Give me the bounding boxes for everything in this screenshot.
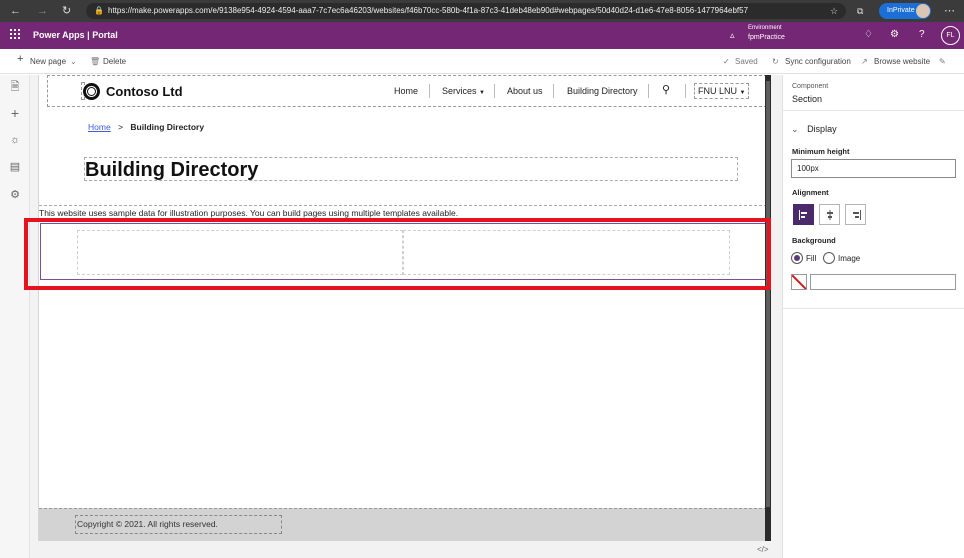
breadcrumb: Home > Building Directory xyxy=(88,122,204,132)
page-preview: Contoso Ltd Home Services ▼ About us Bui… xyxy=(38,75,767,541)
component-value: Section xyxy=(792,94,823,104)
design-canvas: Contoso Ltd Home Services ▼ About us Bui… xyxy=(30,75,782,558)
logo-text: Contoso Ltd xyxy=(106,84,183,99)
breadcrumb-separator: > xyxy=(118,122,124,132)
browse-website-button[interactable]: Browse website xyxy=(874,56,930,67)
app-launcher-icon[interactable] xyxy=(10,29,20,39)
properties-panel: Component Section ⌄ Display Minimum heig… xyxy=(782,75,964,558)
nav-divider xyxy=(648,84,649,98)
pages-icon[interactable]: 🗎 xyxy=(9,81,21,93)
nav-divider xyxy=(685,84,686,98)
chevron-down-icon[interactable]: ⌄ xyxy=(70,56,77,67)
nav-divider xyxy=(553,84,554,98)
browser-toolbar: ← → ↻ 🔒 https://make.powerapps.com/e/913… xyxy=(0,0,964,22)
align-left-icon xyxy=(799,210,807,220)
page-title: Building Directory xyxy=(85,159,259,181)
back-icon[interactable]: ← xyxy=(10,3,21,19)
url-text: https://make.powerapps.com/e/9138e954-49… xyxy=(108,6,749,15)
favorites-add-icon[interactable]: ☆ xyxy=(830,3,838,19)
caret-down-icon: ▼ xyxy=(739,90,746,96)
app-header: Power Apps | Portal ▵ Environment fpmPra… xyxy=(0,22,964,49)
site-footer[interactable]: Copyright © 2021. All rights reserved. xyxy=(39,508,767,541)
chevron-down-icon: ⌄ xyxy=(791,124,799,134)
notifications-icon[interactable]: ♢ xyxy=(864,29,873,41)
logo-inner-ring xyxy=(87,87,96,96)
canvas-scrollbar-thumb[interactable] xyxy=(766,81,770,507)
add-component-icon[interactable]: + xyxy=(9,106,21,120)
environment-icon: ▵ xyxy=(730,30,735,40)
fill-radio[interactable] xyxy=(791,252,803,264)
nav-divider xyxy=(429,84,430,98)
checkmark-icon: ✓ xyxy=(723,57,730,66)
sync-configuration-button[interactable]: Sync configuration xyxy=(785,56,851,67)
inprivate-label: InPrivate xyxy=(887,7,915,14)
browse-icon[interactable]: ↗ xyxy=(861,56,868,67)
themes-icon[interactable]: ☼ xyxy=(9,134,21,146)
app-title: Power Apps | Portal xyxy=(33,30,118,40)
saved-status: Saved xyxy=(735,57,758,66)
component-label: Component xyxy=(792,83,829,90)
panel-divider xyxy=(783,308,964,309)
breadcrumb-current: Building Directory xyxy=(130,122,205,132)
site-header[interactable]: Contoso Ltd Home Services ▼ About us Bui… xyxy=(47,75,767,107)
nav-home[interactable]: Home xyxy=(394,86,418,96)
nav-building-directory[interactable]: Building Directory xyxy=(567,86,638,96)
align-left-button[interactable] xyxy=(793,204,814,225)
breadcrumb-home-link[interactable]: Home xyxy=(88,122,111,132)
sync-icon[interactable]: ↻ xyxy=(772,56,779,67)
plus-icon[interactable]: + xyxy=(17,54,23,65)
min-height-label: Minimum height xyxy=(792,147,850,156)
settings-icon[interactable]: ⚙ xyxy=(890,29,899,41)
command-bar: + New page ⌄ 🗑 Delete ✓ Saved ↻ Sync con… xyxy=(0,49,964,74)
display-section-toggle[interactable]: ⌄ Display xyxy=(791,124,837,135)
image-label: Image xyxy=(838,254,861,263)
min-height-input[interactable] xyxy=(791,159,956,178)
page-title-block[interactable]: Building Directory xyxy=(84,157,738,181)
left-tool-rail: 🗎 + ☼ ▤ ⚙ xyxy=(0,75,30,558)
environment-label: Environment xyxy=(748,25,782,31)
alignment-label: Alignment xyxy=(792,188,829,197)
lock-icon: 🔒 xyxy=(94,6,104,15)
more-options-icon[interactable]: ⋯ xyxy=(944,3,955,19)
highlight-box xyxy=(24,218,771,290)
user-menu[interactable]: FNU LNU ▼ xyxy=(694,83,750,99)
align-right-icon xyxy=(853,210,861,220)
collections-icon[interactable]: ⧉ xyxy=(857,3,863,19)
display-heading: Display xyxy=(807,124,837,134)
nav-services[interactable]: Services ▼ xyxy=(442,86,485,96)
templates-icon[interactable]: ▤ xyxy=(9,161,21,173)
address-bar[interactable]: 🔒 https://make.powerapps.com/e/9138e954-… xyxy=(86,3,846,19)
color-value-input[interactable] xyxy=(810,274,956,290)
sample-data-text[interactable]: This website uses sample data for illust… xyxy=(39,205,767,218)
caret-down-icon: ▼ xyxy=(479,90,485,96)
site-logo[interactable]: Contoso Ltd xyxy=(81,82,183,100)
align-center-button[interactable] xyxy=(819,204,840,225)
delete-button[interactable]: Delete xyxy=(103,56,126,67)
nav-about[interactable]: About us xyxy=(507,86,543,96)
align-right-button[interactable] xyxy=(845,204,866,225)
color-swatch[interactable] xyxy=(791,274,807,290)
fill-label: Fill xyxy=(806,254,817,263)
user-menu-label: FNU LNU xyxy=(698,86,738,96)
code-view-icon[interactable]: </> xyxy=(757,545,769,554)
align-center-icon xyxy=(827,210,833,220)
trash-icon[interactable]: 🗑 xyxy=(90,56,100,67)
forward-icon[interactable]: → xyxy=(37,3,48,19)
user-avatar[interactable]: FL xyxy=(941,26,960,45)
background-label: Background xyxy=(792,236,836,245)
nav-services-label: Services xyxy=(442,86,477,96)
copyright-text[interactable]: Copyright © 2021. All rights reserved. xyxy=(75,515,282,534)
new-page-button[interactable]: New page xyxy=(30,56,66,67)
inprivate-badge[interactable]: InPrivate xyxy=(879,3,931,19)
feedback-icon[interactable]: ✎ xyxy=(939,56,946,67)
refresh-icon[interactable]: ↻ xyxy=(62,3,71,19)
image-radio[interactable] xyxy=(823,252,835,264)
search-icon[interactable]: ⚲ xyxy=(662,83,670,96)
help-icon[interactable]: ? xyxy=(919,29,925,41)
settings-rail-icon[interactable]: ⚙ xyxy=(9,189,21,201)
properties-header: Component Section xyxy=(783,75,964,111)
browser-profile-avatar xyxy=(916,4,930,18)
environment-name: fpmPractice xyxy=(748,34,785,41)
nav-divider xyxy=(494,84,495,98)
